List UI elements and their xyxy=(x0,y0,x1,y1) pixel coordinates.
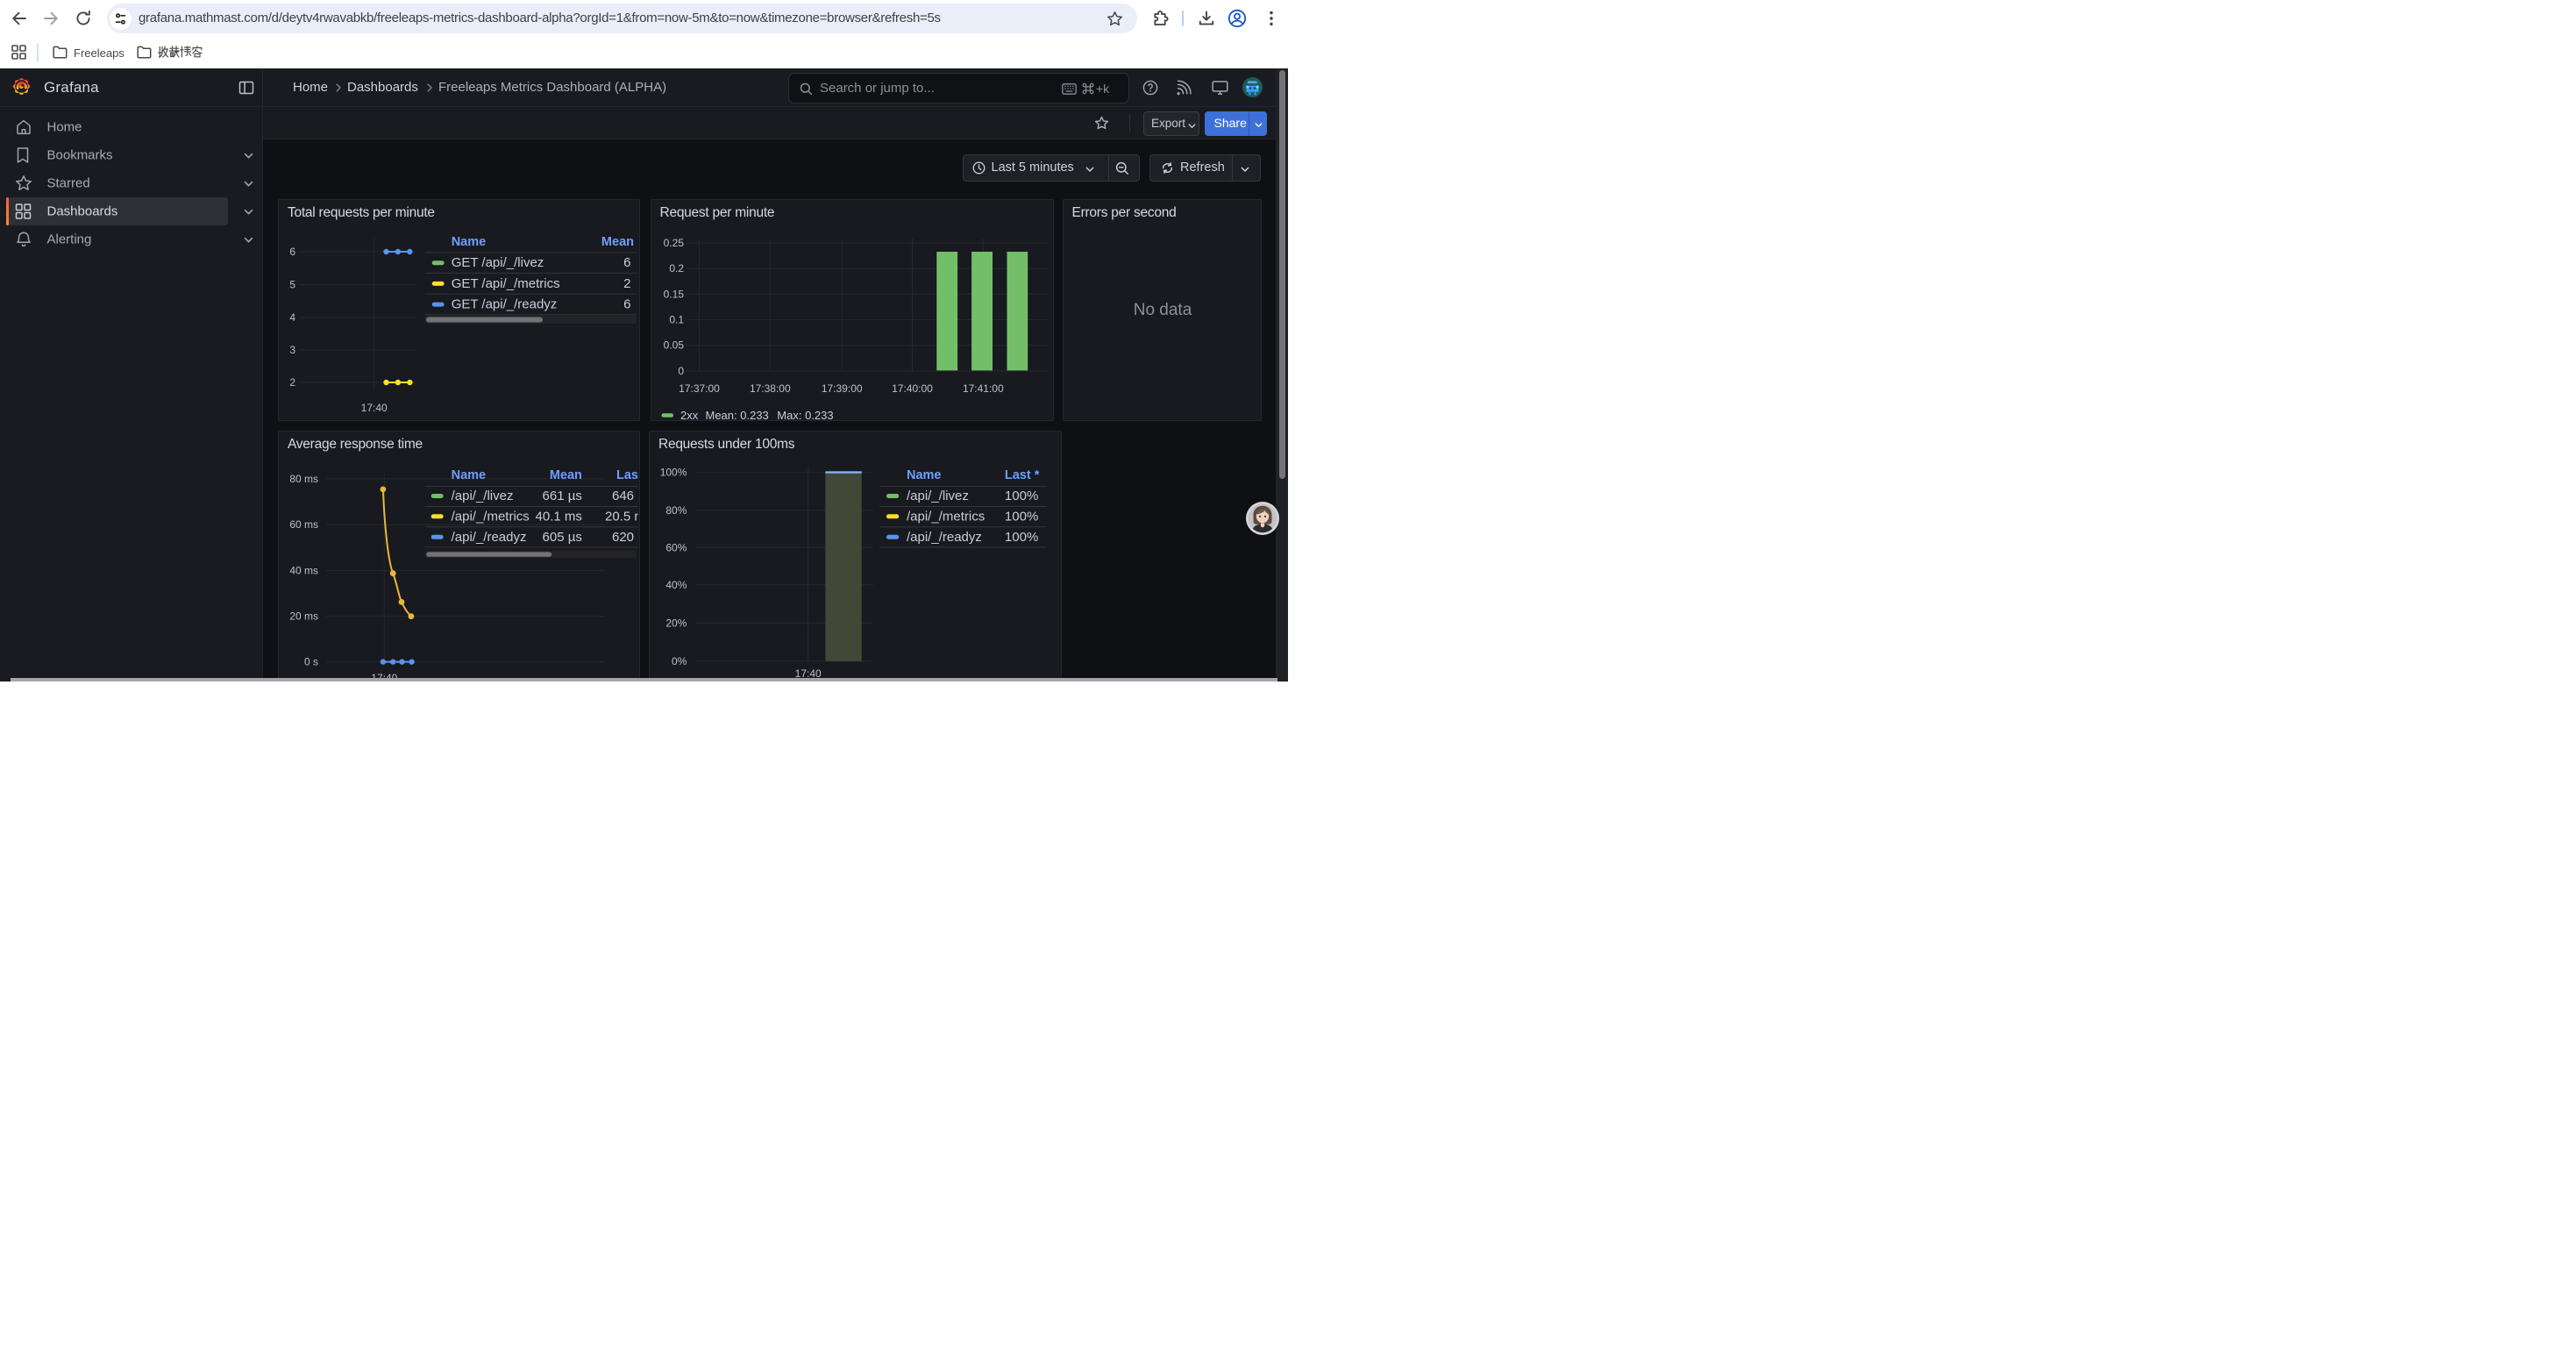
svg-text:/api/_/livez: /api/_/livez xyxy=(452,489,514,503)
svg-text:0.2: 0.2 xyxy=(669,262,684,275)
svg-text:17:38:00: 17:38:00 xyxy=(749,382,790,395)
svg-text:/api/_/metrics: /api/_/metrics xyxy=(907,509,985,524)
svg-text:Name: Name xyxy=(452,468,487,482)
svg-text:20.5 m: 20.5 m xyxy=(605,509,638,524)
svg-text:20%: 20% xyxy=(665,617,687,629)
svg-text:0.05: 0.05 xyxy=(663,339,684,351)
svg-text:GET /api/_/readyz: GET /api/_/readyz xyxy=(452,296,558,311)
svg-text:0%: 0% xyxy=(672,654,687,667)
svg-text:Last *: Last * xyxy=(616,468,638,482)
svg-text:Mean: Mean xyxy=(550,468,582,482)
svg-text:17:39:00: 17:39:00 xyxy=(821,382,862,395)
svg-text:0.25: 0.25 xyxy=(663,236,684,248)
svg-text:2: 2 xyxy=(289,376,295,389)
svg-text:100%: 100% xyxy=(1005,489,1038,503)
svg-text:100%: 100% xyxy=(1005,509,1038,524)
svg-text:605 µs: 605 µs xyxy=(543,529,582,544)
svg-text:Name: Name xyxy=(907,468,942,482)
svg-text:6: 6 xyxy=(289,246,295,258)
svg-text:2xx: 2xx xyxy=(680,409,699,419)
svg-text:620: 620 xyxy=(612,529,634,544)
svg-text:Mean: Mean xyxy=(601,235,634,249)
svg-text:60 ms: 60 ms xyxy=(289,518,318,531)
svg-text:/api/_/metrics: /api/_/metrics xyxy=(452,509,530,524)
svg-text:40.1 ms: 40.1 ms xyxy=(536,509,582,524)
svg-text:100%: 100% xyxy=(1005,529,1038,544)
svg-text:661 µs: 661 µs xyxy=(543,489,582,503)
svg-text:0.1: 0.1 xyxy=(669,313,684,325)
svg-text:0.15: 0.15 xyxy=(663,288,684,300)
svg-text:5: 5 xyxy=(289,278,295,290)
svg-text:0: 0 xyxy=(678,364,684,376)
svg-text:Last *: Last * xyxy=(1005,468,1040,482)
svg-text:17:40: 17:40 xyxy=(361,402,388,414)
svg-text:80%: 80% xyxy=(665,503,687,516)
svg-text:/api/_/readyz: /api/_/readyz xyxy=(907,529,982,544)
svg-text:20 ms: 20 ms xyxy=(289,610,318,622)
svg-text:Mean: 0.233: Mean: 0.233 xyxy=(705,409,768,419)
svg-text:/api/_/livez: /api/_/livez xyxy=(907,489,969,503)
svg-text:0 s: 0 s xyxy=(304,655,318,667)
svg-text:Name: Name xyxy=(452,235,487,249)
svg-text:6: 6 xyxy=(623,255,630,270)
svg-text:646: 646 xyxy=(612,489,634,503)
svg-text:60%: 60% xyxy=(665,541,687,553)
svg-text:6: 6 xyxy=(623,296,630,311)
svg-text:3: 3 xyxy=(289,344,295,356)
svg-text:Max: 0.233: Max: 0.233 xyxy=(777,409,833,419)
svg-text:GET /api/_/livez: GET /api/_/livez xyxy=(452,255,544,270)
svg-text:40 ms: 40 ms xyxy=(289,564,318,576)
svg-text:2: 2 xyxy=(623,275,630,290)
svg-text:17:40:00: 17:40:00 xyxy=(892,382,933,395)
svg-text:100%: 100% xyxy=(660,466,687,478)
svg-text:17:41:00: 17:41:00 xyxy=(962,382,1003,395)
svg-text:40%: 40% xyxy=(665,578,687,590)
svg-text:17:37:00: 17:37:00 xyxy=(679,382,720,395)
svg-text:4: 4 xyxy=(289,311,295,324)
svg-text:/api/_/readyz: /api/_/readyz xyxy=(452,529,527,544)
svg-text:GET /api/_/metrics: GET /api/_/metrics xyxy=(452,275,560,290)
svg-text:80 ms: 80 ms xyxy=(289,472,318,484)
